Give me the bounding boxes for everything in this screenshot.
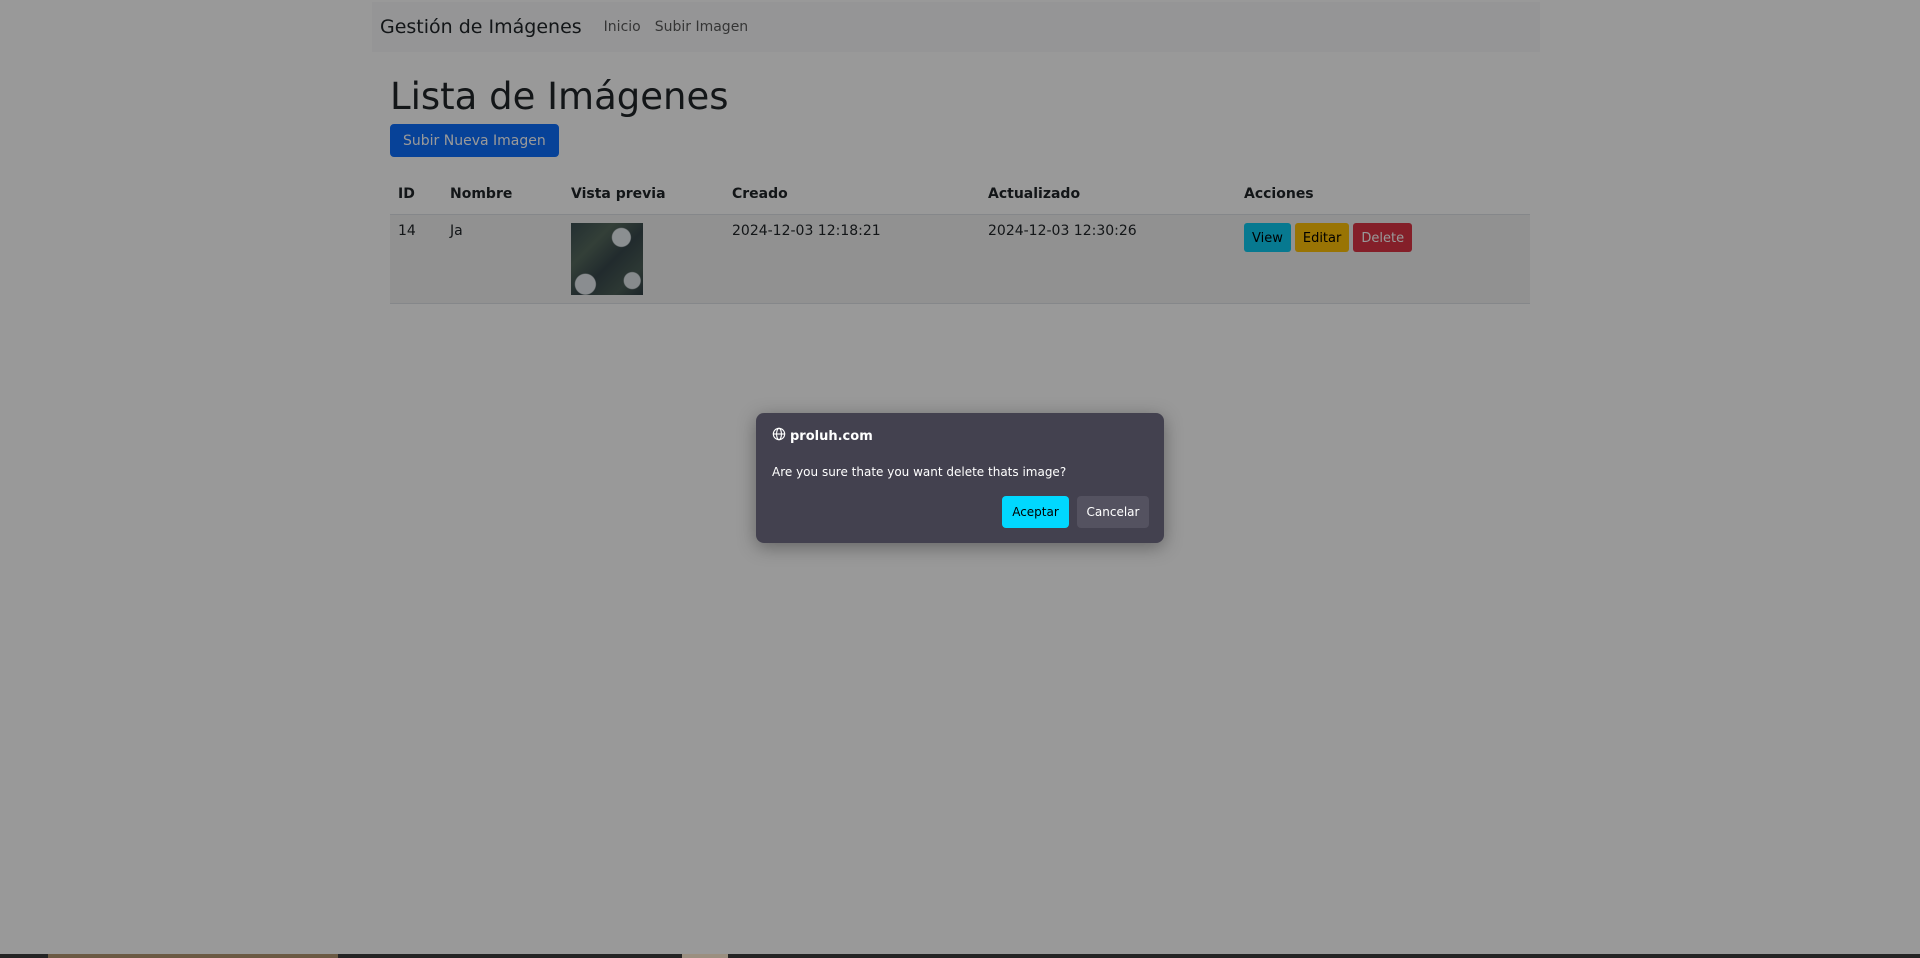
globe-icon xyxy=(772,427,786,445)
taskbar-strip xyxy=(0,954,1920,958)
taskbar-segment xyxy=(682,954,728,958)
dialog-origin-text: proluh.com xyxy=(790,428,873,444)
taskbar-segment xyxy=(48,954,338,958)
page: Gestión de Imágenes Inicio Subir Imagen … xyxy=(0,0,1920,958)
accept-button[interactable]: Aceptar xyxy=(1002,496,1069,528)
dialog-message: Are you sure thate you want delete thats… xyxy=(772,465,1067,479)
dialog-origin: proluh.com xyxy=(772,427,873,445)
cancel-button[interactable]: Cancelar xyxy=(1077,496,1149,528)
confirm-dialog: proluh.com Are you sure thate you want d… xyxy=(756,413,1164,543)
